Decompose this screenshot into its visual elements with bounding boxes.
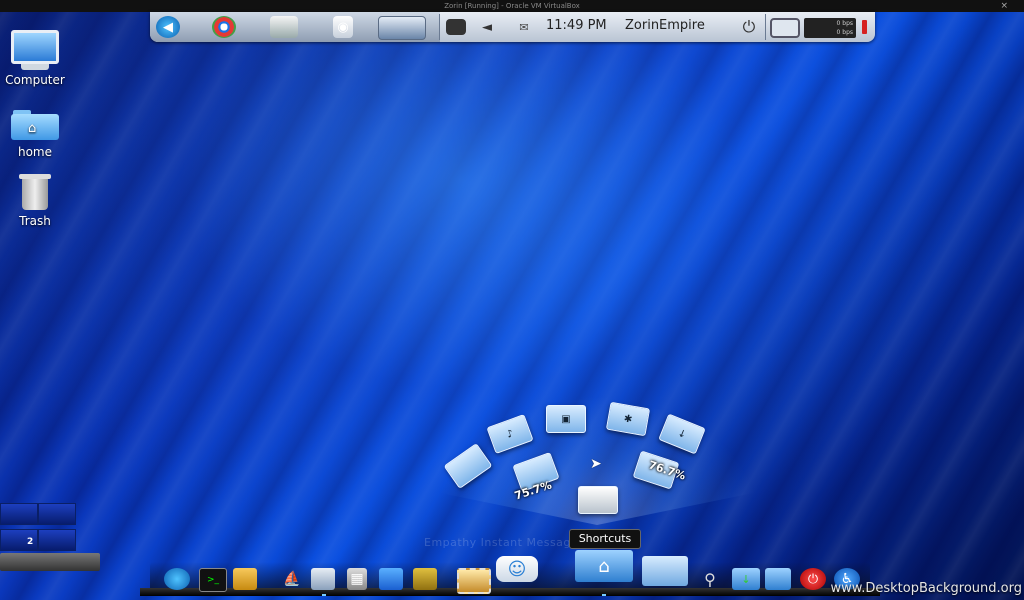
mouse-cursor-icon: ➤ [590,456,602,472]
zorin-launcher-icon[interactable] [164,568,190,590]
files-icon[interactable] [379,568,403,590]
close-window-button[interactable]: × [1000,0,1008,12]
battery-icon [862,20,867,34]
running-indicator [322,594,326,596]
desktop-icon-home[interactable]: ⌂ home [0,110,70,159]
documents-folder-icon[interactable] [642,556,688,586]
window-title-text: Zorin [Running] - Oracle VM VirtualBox [444,2,580,10]
shortcuts-tooltip: Shortcuts [569,529,641,549]
network-monitor: 0 bps 0 bps [804,18,856,38]
computer-icon [11,30,59,64]
net-down-value: 0 bps [836,29,853,36]
workspace-bar[interactable] [0,553,100,571]
terminal-icon[interactable]: >_ [199,568,227,592]
mail-icon[interactable]: ✉ [514,16,534,38]
zorin-menu-icon[interactable]: ◀ [156,16,180,38]
window-list-icon[interactable] [378,16,426,40]
workspace-cell[interactable] [0,503,38,525]
fan-item-drive-center[interactable] [578,486,618,514]
running-indicator [602,594,606,596]
chrome-icon[interactable] [212,16,236,38]
ship-icon[interactable]: ⛵ [278,568,306,590]
settings-icon[interactable]: ◉ [333,16,353,38]
workspace-cell[interactable] [38,529,76,551]
clock[interactable]: 11:49 PM [546,18,607,33]
desktop-icon-label: home [17,145,53,159]
downloads-folder-icon[interactable]: ↓ [732,568,760,590]
top-panel: ◀ ◉ ◄ ✉ 11:49 PM ZorinEmpire ⏻ 0 bps 0 b… [150,12,875,42]
monitor-icon[interactable] [770,18,800,38]
ghost-label: Empathy Instant Messaging [424,536,590,549]
calculator-icon[interactable]: ▦ [347,568,367,590]
workspace-number: 2 [27,537,34,547]
desktop-icon-trash[interactable]: Trash [0,174,70,228]
watermark: www.DesktopBackground.org [830,581,1022,596]
panel-separator [765,14,766,40]
display-icon[interactable] [446,19,466,35]
monitor-stand [21,64,49,70]
archive-icon[interactable] [233,568,257,590]
shutdown-icon[interactable]: ⏻ [800,568,826,590]
user-name[interactable]: ZorinEmpire [625,18,705,33]
fan-item-pictures[interactable]: ▣ [546,405,586,433]
workspace-cell[interactable] [38,503,76,525]
panel-separator [439,14,440,40]
workspace-switcher[interactable] [0,503,80,555]
chat-bubble-icon[interactable]: ☺ [496,556,538,582]
desktop-icon-computer[interactable]: Computer [0,30,70,87]
notes-icon[interactable] [413,568,437,590]
volume-icon[interactable]: ◄ [478,16,496,38]
home-folder-icon: ⌂ [11,110,59,140]
desktop-icon-label: Trash [19,214,51,228]
home-folder-dock-icon[interactable]: ⌂ [575,550,633,582]
power-icon[interactable]: ⏻ [738,16,760,38]
vm-window-title: Zorin [Running] - Oracle VM VirtualBox × [0,0,1024,12]
trash-icon [19,174,51,210]
search-icon[interactable]: ⚲ [697,568,723,590]
desktop-folder-icon[interactable] [765,568,791,590]
network-manager-icon[interactable] [311,568,335,590]
net-up-value: 0 bps [836,20,853,27]
photo-stamp-icon[interactable] [457,568,491,594]
desktop-icon-label: Computer [5,73,65,87]
drive-icon[interactable] [270,16,298,38]
